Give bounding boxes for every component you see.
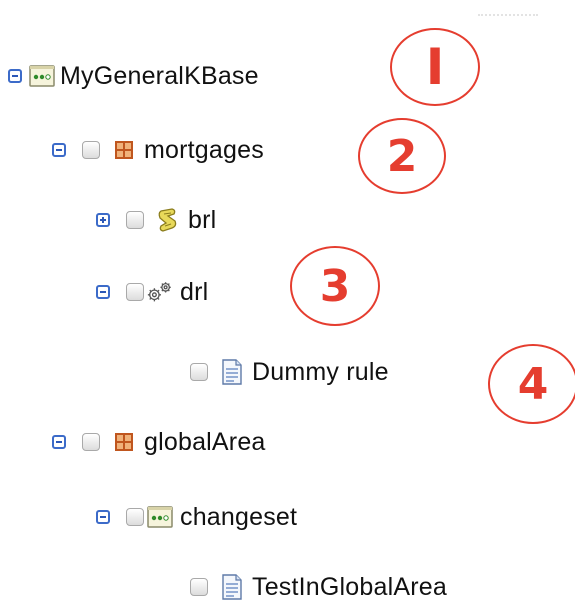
- package-icon: [110, 428, 138, 456]
- annotation-badge-4: 4: [488, 344, 575, 424]
- collapse-toggle-icon[interactable]: [96, 285, 110, 299]
- node-checkbox[interactable]: [126, 211, 144, 229]
- node-checkbox[interactable]: [82, 433, 100, 451]
- tree-node-mortgages[interactable]: mortgages: [52, 130, 264, 170]
- tree-node-label: mortgages: [144, 135, 264, 164]
- node-checkbox[interactable]: [126, 283, 144, 301]
- tree-node-label: globalArea: [144, 427, 266, 456]
- document-icon: [218, 573, 246, 601]
- tree-node-testinglobalarea[interactable]: TestInGlobalArea: [190, 567, 447, 607]
- expand-toggle-icon[interactable]: [96, 213, 110, 227]
- collapse-toggle-icon[interactable]: [52, 435, 66, 449]
- tree-node-label: drl: [180, 277, 209, 306]
- kbase-icon: [146, 503, 174, 531]
- node-checkbox[interactable]: [126, 508, 144, 526]
- tree-node-drl[interactable]: drl: [96, 272, 208, 312]
- node-checkbox[interactable]: [190, 578, 208, 596]
- node-checkbox[interactable]: [82, 141, 100, 159]
- tree-node-brl[interactable]: brl: [96, 200, 216, 240]
- collapse-toggle-icon[interactable]: [96, 510, 110, 524]
- tree-node-label: changeset: [180, 502, 298, 531]
- package-icon: [110, 136, 138, 164]
- tree-node-label: Dummy rule: [252, 357, 389, 386]
- tree-node-mygeneralkbase[interactable]: MyGeneralKBase: [8, 56, 259, 96]
- tree-node-label: MyGeneralKBase: [60, 61, 259, 90]
- tree-node-changeset[interactable]: changeset: [96, 497, 297, 537]
- collapse-toggle-icon[interactable]: [8, 69, 22, 83]
- kbase-icon: [28, 62, 56, 90]
- annotation-badge-2: 2: [358, 118, 446, 194]
- document-icon: [218, 358, 246, 386]
- tree-node-dummy-rule[interactable]: Dummy rule: [190, 352, 389, 392]
- tree-node-globalarea[interactable]: globalArea: [52, 422, 266, 462]
- node-checkbox[interactable]: [190, 363, 208, 381]
- annotation-badge-3: 3: [290, 246, 380, 326]
- scroll-icon: [154, 206, 182, 234]
- tree-node-label: brl: [188, 205, 217, 234]
- collapse-toggle-icon[interactable]: [52, 143, 66, 157]
- annotation-badge-1: I: [390, 28, 480, 106]
- decorative-dots: [478, 14, 538, 22]
- tree-node-label: TestInGlobalArea: [252, 572, 447, 601]
- gears-icon: [146, 278, 174, 306]
